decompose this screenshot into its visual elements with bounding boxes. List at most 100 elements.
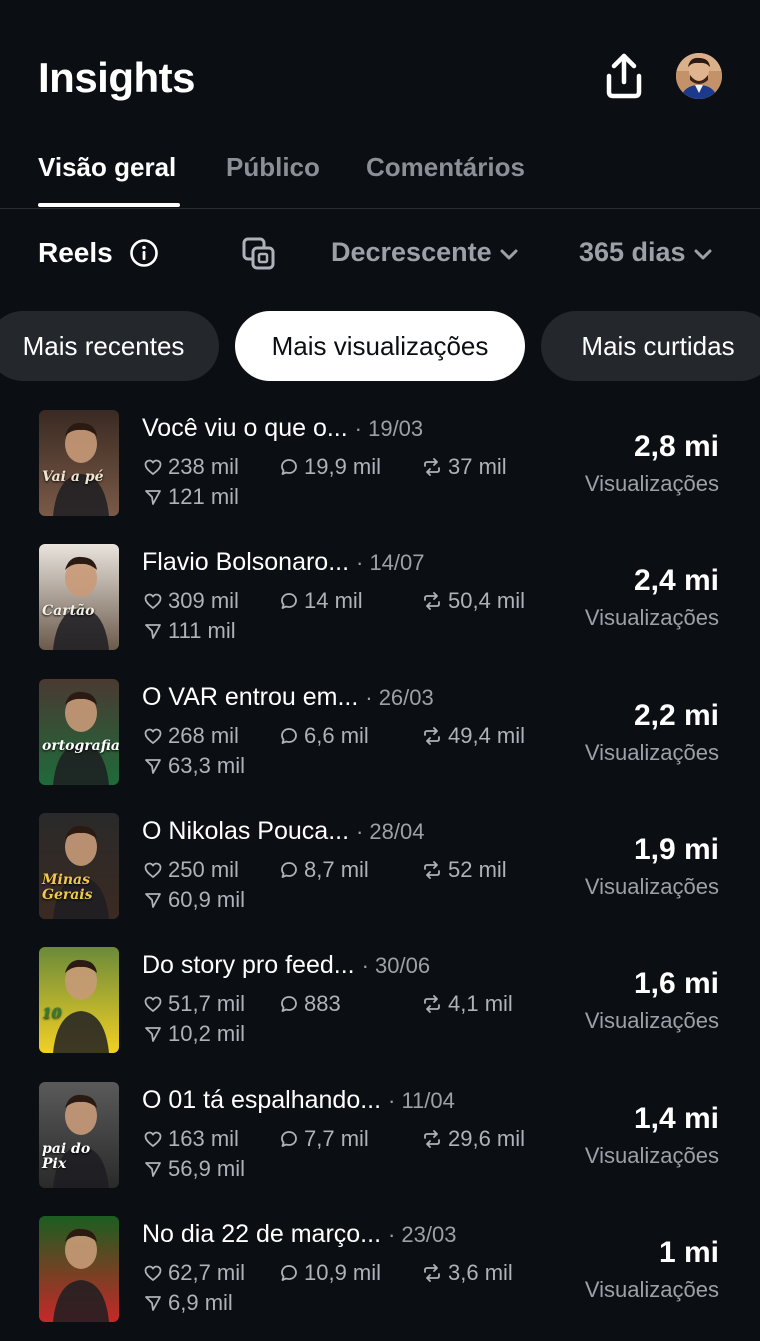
likes-stat: 250 mil <box>144 857 239 883</box>
reel-title-line: O Nikolas Pouca... · 28/04 <box>142 817 424 846</box>
comment-bubble-icon <box>280 1126 304 1151</box>
tab-comentarios[interactable]: Comentários <box>366 152 525 183</box>
reel-row[interactable]: No dia 22 de março... · 23/03 62,7 mil 10,… <box>0 1208 760 1338</box>
select-multiple-icon[interactable] <box>241 236 277 272</box>
comments-count: 6,6 mil <box>304 722 369 748</box>
comments-stat: 6,6 mil <box>280 723 369 749</box>
comments-count: 883 <box>304 991 341 1017</box>
reposts-count: 52 mil <box>448 856 507 882</box>
comments-count: 19,9 mil <box>304 454 382 479</box>
comment-bubble-icon <box>280 857 304 882</box>
views-label: Visualizações <box>584 1008 719 1034</box>
reel-date: · 11/04 <box>388 1087 455 1113</box>
comments-count: 14 mil <box>304 588 363 614</box>
chip-mais-curtidas[interactable]: Mais curtidas <box>541 311 760 381</box>
page-title: Insights <box>38 54 196 101</box>
comments-stat: 8,7 mil <box>280 857 369 883</box>
avatar-photo-icon <box>676 53 722 99</box>
repost-icon <box>422 1126 448 1151</box>
sort-chips: Mais recentes Mais visualizações Mais cu… <box>0 311 760 381</box>
reel-date: · 14/07 <box>356 550 425 576</box>
reposts-stat: 37 mil <box>422 454 507 480</box>
reels-controls: Reels Decrescente 365 dias <box>0 225 760 285</box>
reel-title: No dia 22 de março... <box>142 1219 382 1248</box>
sort-dropdown-label: Decrescente <box>331 237 492 267</box>
send-icon <box>144 484 168 509</box>
reel-row[interactable]: Vai a pé Você viu o que o... · 19/03 238 m… <box>0 402 760 532</box>
reel-date: · 19/03 <box>354 416 424 441</box>
comment-bubble-icon <box>280 588 304 613</box>
views-label: Visualizações <box>584 873 719 899</box>
reel-date: · 30/06 <box>361 953 431 979</box>
sort-dropdown[interactable]: Decrescente <box>331 237 520 268</box>
share-button[interactable] <box>603 52 645 100</box>
heart-icon <box>144 857 168 882</box>
reel-thumbnail-caption: ortografia <box>42 737 119 754</box>
heart-icon <box>144 588 168 613</box>
reel-thumbnail[interactable]: 10 <box>39 947 119 1054</box>
reel-thumbnail[interactable] <box>39 1215 119 1322</box>
reposts-stat: 52 mil <box>422 857 507 883</box>
shares-stat: 6,9 mil <box>144 1290 233 1316</box>
views-count: 2,2 mi <box>633 698 719 732</box>
repost-icon <box>422 723 448 748</box>
info-icon[interactable] <box>129 238 159 268</box>
reel-thumbnail-caption: Vai a pé <box>42 469 104 485</box>
send-icon <box>144 1021 168 1046</box>
views-label: Visualizações <box>584 605 719 631</box>
likes-stat: 238 mil <box>144 454 239 480</box>
repost-icon <box>422 1260 448 1285</box>
shares-count: 111 mil <box>168 618 236 644</box>
reel-thumbnail[interactable]: pai do Pix <box>39 1081 119 1188</box>
reposts-stat: 29,6 mil <box>422 1126 525 1152</box>
comments-stat: 883 <box>280 991 341 1017</box>
views-count: 1,6 mi <box>633 967 719 1001</box>
chip-mais-recentes[interactable]: Mais recentes <box>0 311 219 381</box>
shares-count: 121 mil <box>168 484 239 509</box>
views-count: 2,8 mi <box>633 430 719 463</box>
reposts-stat: 4,1 mil <box>422 991 513 1017</box>
reel-row[interactable]: pai do Pix O 01 tá espalhando... · 11/04 1… <box>0 1074 760 1204</box>
heart-icon <box>144 454 168 479</box>
comment-bubble-icon <box>280 1260 304 1285</box>
reel-title-line: Você viu o que o... · 19/03 <box>142 414 423 443</box>
reel-thumbnail[interactable]: Cartão <box>39 544 119 651</box>
period-dropdown-label: 365 dias <box>579 237 686 267</box>
reel-thumbnail[interactable]: Minas Gerais <box>39 812 119 919</box>
reel-thumbnail[interactable]: ortografia <box>39 678 119 785</box>
reel-title: Do story pro feed... <box>142 951 355 980</box>
comments-count: 10,9 mil <box>304 1259 382 1285</box>
shares-stat: 56,9 mil <box>144 1156 245 1182</box>
reel-row[interactable]: 10 Do story pro feed... · 30/06 51,7 mil 88… <box>0 939 760 1069</box>
reposts-stat: 50,4 mil <box>422 588 525 614</box>
views-label: Visualizações <box>584 739 719 765</box>
reel-row[interactable]: ortografia O VAR entrou em... · 26/03 268 … <box>0 671 760 801</box>
reel-thumbnail[interactable]: Vai a pé <box>39 410 119 516</box>
shares-count: 10,2 mil <box>168 1021 246 1047</box>
shares-count: 63,3 mil <box>168 752 246 778</box>
reel-title: Você viu o que o... <box>142 414 348 442</box>
chip-mais-visualizacoes[interactable]: Mais visualizações <box>235 311 525 381</box>
profile-avatar[interactable] <box>676 53 722 99</box>
tab-publico[interactable]: Público <box>226 152 320 183</box>
reel-date: · 23/03 <box>387 1221 457 1247</box>
repost-icon <box>422 454 448 479</box>
views-label: Visualizações <box>584 1142 719 1168</box>
reposts-count: 3,6 mil <box>448 1259 513 1285</box>
likes-count: 250 mil <box>168 856 239 882</box>
reposts-count: 4,1 mil <box>448 991 513 1017</box>
reel-title-line: O 01 tá espalhando... · 11/04 <box>142 1086 455 1115</box>
reposts-stat: 3,6 mil <box>422 1260 513 1286</box>
period-dropdown[interactable]: 365 dias <box>579 237 714 268</box>
reel-thumbnail-caption: Minas Gerais <box>42 871 93 903</box>
reel-row[interactable]: Minas Gerais O Nikolas Pouca... · 28/04 25… <box>0 805 760 935</box>
insights-tabs: Visão geral Público Comentários <box>0 140 760 209</box>
comments-stat: 14 mil <box>280 588 363 614</box>
reel-title-line: Flavio Bolsonaro... · 14/07 <box>142 548 425 577</box>
reel-title: O VAR entrou em... <box>142 682 359 711</box>
shares-stat: 60,9 mil <box>144 887 245 913</box>
reel-row[interactable]: Cartão Flavio Bolsonaro... · 14/07 309 mil… <box>0 536 760 666</box>
tab-visao-geral[interactable]: Visão geral <box>38 152 176 183</box>
reel-title: Flavio Bolsonaro... <box>142 548 350 577</box>
comments-stat: 7,7 mil <box>280 1126 369 1152</box>
